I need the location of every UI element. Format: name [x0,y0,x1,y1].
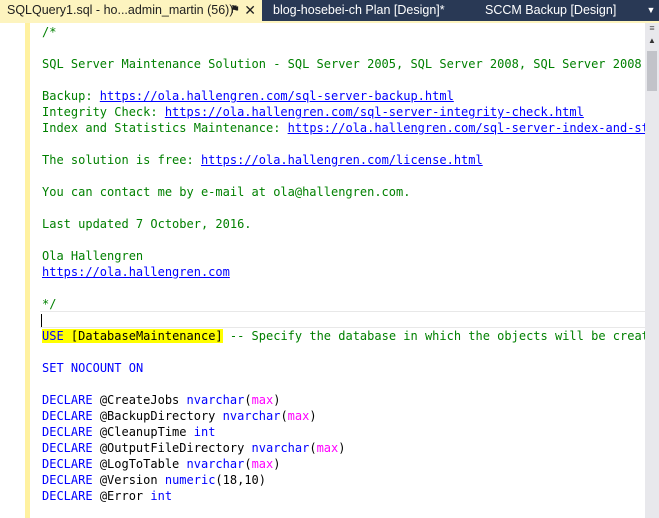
code-line: Last updated 7 October, 2016. [42,217,252,231]
code-line: SET NOCOUNT ON [42,361,144,375]
tab-label: SCCM Backup [Design] [485,3,617,17]
code-line: You can contact me by e-mail at ola@hall… [42,185,411,199]
link-integrity-check[interactable]: https://ola.hallengren.com/sql-server-in… [165,105,584,119]
tab-plan-design[interactable]: blog-hosebei-ch Plan [Design]* [266,0,476,21]
code-line: Integrity Check: https://ola.hallengren.… [42,105,584,119]
code-line: DECLARE @Error int [42,489,173,503]
link-license[interactable]: https://ola.hallengren.com/license.html [201,153,483,167]
code-line: The solution is free: https://ola.hallen… [42,153,483,167]
chevron-down-icon[interactable]: ▼ [643,0,659,21]
code-line: /* [42,25,57,39]
code-line: Index and Statistics Maintenance: https:… [42,120,647,136]
code-line: DECLARE @BackupDirectory nvarchar(max) [42,409,317,423]
change-tracking-strip [25,23,30,518]
code-line: https://ola.hallengren.com [42,264,230,280]
close-icon[interactable]: ✕ [244,0,256,21]
document-tab-strip: SQLQuery1.sql - ho...admin_martin (56))*… [0,0,659,22]
code-line: DECLARE @Version numeric(18,10) [42,473,267,487]
tab-sqlquery1[interactable]: SQLQuery1.sql - ho...admin_martin (56))*… [0,0,262,21]
code-line: */ [42,297,57,311]
scrollbar-thumb[interactable] [647,51,657,91]
link-backup[interactable]: https://ola.hallengren.com/sql-server-ba… [100,89,454,103]
code-line: DECLARE @CreateJobs nvarchar(max) [42,393,281,407]
tab-label: blog-hosebei-ch Plan [Design]* [273,3,445,17]
code-line: DECLARE @LogToTable nvarchar(max) [42,457,281,471]
query-editor[interactable]: /* SQL Server Maintenance Solution - SQL… [0,23,659,518]
code-line: DECLARE @CleanupTime int [42,425,216,439]
pin-icon[interactable]: ⚑ [230,0,240,21]
code-area[interactable]: /* SQL Server Maintenance Solution - SQL… [42,24,647,518]
code-line: Ola Hallengren [42,249,144,263]
code-line: DECLARE @OutputFileDirectory nvarchar(ma… [42,441,346,455]
scroll-up-icon[interactable]: ▲ [646,35,658,47]
tab-sccm-backup-design[interactable]: SCCM Backup [Design] [478,0,638,21]
code-line: Backup: https://ola.hallengren.com/sql-s… [42,89,454,103]
line-gutter [0,23,26,518]
link-homepage[interactable]: https://ola.hallengren.com [42,265,230,279]
link-index-maintenance[interactable]: https://ola.hallengren.com/sql-server-in… [288,121,647,135]
vertical-scrollbar[interactable]: ≡ ▲ [645,23,659,518]
tab-label: SQLQuery1.sql - ho...admin_martin (56))* [7,3,239,17]
split-icon[interactable]: ≡ [646,24,658,33]
selection-highlight: USE [DatabaseMaintenance] [42,329,223,343]
code-line-use: USE [DatabaseMaintenance] -- Specify the… [42,329,647,343]
code-line: SQL Server Maintenance Solution - SQL Se… [42,57,647,71]
